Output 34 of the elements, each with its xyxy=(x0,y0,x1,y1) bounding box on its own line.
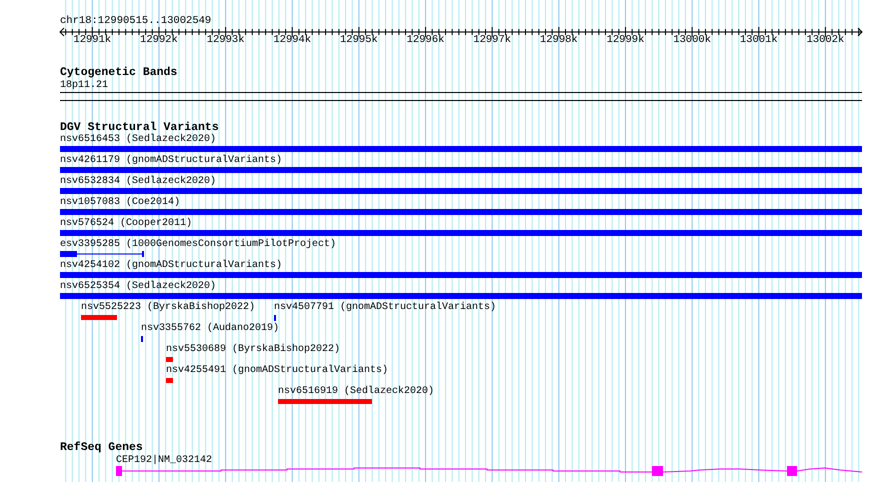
variant-label: nsv3355762 (Audano2019) xyxy=(141,323,280,335)
track-title: DGV Structural Variants xyxy=(60,121,219,134)
variant-label: nsv4507791 (gnomADStructuralVariants) xyxy=(274,302,496,314)
variant-label: nsv5530689 (ByrskaBishop2022) xyxy=(166,344,340,356)
variant-label: nsv4261179 (gnomADStructuralVariants) xyxy=(60,155,282,167)
gene-label: CEP192|NM_032142 xyxy=(116,455,212,467)
track-title: Cytogenetic Bands xyxy=(60,66,178,79)
variant-bar[interactable] xyxy=(60,251,144,257)
tick-label: 12992k xyxy=(140,34,178,46)
variant-label: nsv6525354 (Sedlazeck2020) xyxy=(60,281,216,293)
tick-label: 12995k xyxy=(340,34,378,46)
track-title: RefSeq Genes xyxy=(60,441,143,454)
variant-label: nsv6516453 (Sedlazeck2020) xyxy=(60,134,216,146)
tick-label: 12998k xyxy=(540,34,578,46)
variant-label: nsv4254102 (gnomADStructuralVariants) xyxy=(60,260,282,272)
tick-label: 12991k xyxy=(73,34,112,46)
tick-label: 12996k xyxy=(406,34,444,46)
tick-label: 12993k xyxy=(206,34,245,46)
variant-label: nsv6516919 (Sedlazeck2020) xyxy=(278,386,434,398)
tick-label: 12994k xyxy=(273,34,312,46)
variant-label: nsv1057083 (Coe2014) xyxy=(60,197,180,209)
band-label: 18p11.21 xyxy=(60,80,108,92)
tick-label: 13000k xyxy=(673,34,712,46)
tick-label: 13002k xyxy=(806,34,844,46)
variant-label: esv3395285 (1000GenomesConsortiumPilotProject) xyxy=(60,239,336,251)
tick-label: 13001k xyxy=(740,34,778,46)
gene-model[interactable] xyxy=(116,464,862,477)
variant-label: nsv5525223 (ByrskaBishop2022) xyxy=(81,302,256,314)
variant-label: nsv576524 (Cooper2011) xyxy=(60,218,192,230)
variant-label: nsv6532834 (Sedlazeck2020) xyxy=(60,176,216,188)
variant-label: nsv4255491 (gnomADStructuralVariants) xyxy=(166,365,388,377)
location-label: chr18:12990515..13002549 xyxy=(60,15,212,27)
tick-label: 12999k xyxy=(606,34,644,46)
tick-label: 12997k xyxy=(473,34,512,46)
